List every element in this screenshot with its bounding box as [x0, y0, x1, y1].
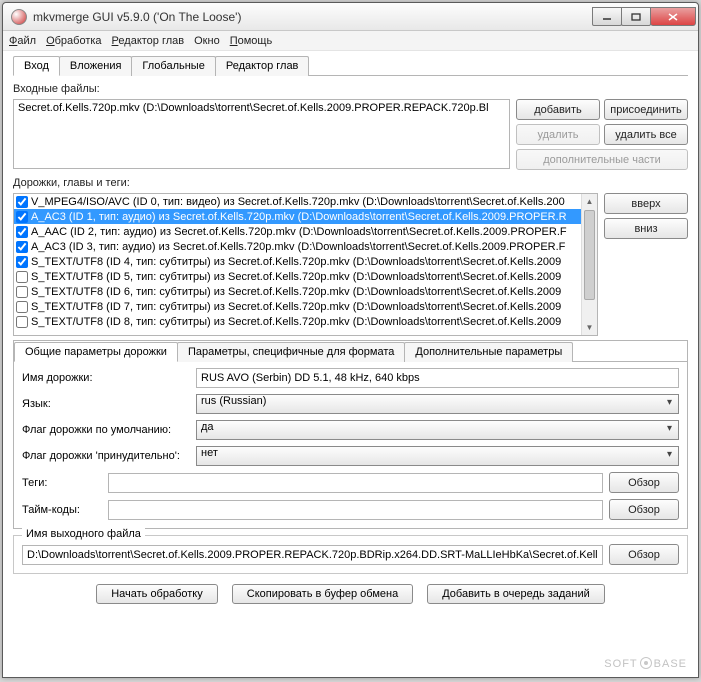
track-checkbox[interactable]: [16, 286, 28, 298]
add-button[interactable]: добавить: [516, 99, 600, 120]
track-text: S_TEXT/UTF8 (ID 4, тип: субтитры) из Sec…: [31, 256, 561, 268]
track-text: S_TEXT/UTF8 (ID 5, тип: субтитры) из Sec…: [31, 271, 561, 283]
track-text: S_TEXT/UTF8 (ID 8, тип: субтитры) из Sec…: [31, 316, 561, 328]
default-flag-label: Флаг дорожки по умолчанию:: [22, 424, 190, 436]
track-text: A_AAC (ID 2, тип: аудио) из Secret.of.Ke…: [31, 226, 567, 238]
track-checkbox[interactable]: [16, 226, 28, 238]
track-item[interactable]: S_TEXT/UTF8 (ID 6, тип: субтитры) из Sec…: [14, 284, 597, 299]
menu-process[interactable]: Обработка: [46, 35, 101, 47]
tags-browse-button[interactable]: Обзор: [609, 472, 679, 493]
track-name-label: Имя дорожки:: [22, 372, 190, 384]
track-text: V_MPEG4/ISO/AVC (ID 0, тип: видео) из Se…: [31, 196, 565, 208]
down-button[interactable]: вниз: [604, 218, 688, 239]
forced-flag-label: Флаг дорожки 'принудительно':: [22, 450, 190, 462]
track-name-input[interactable]: [196, 368, 679, 388]
timecodes-label: Тайм-коды:: [22, 504, 102, 516]
menu-file[interactable]: Файл: [9, 35, 36, 47]
input-files-list[interactable]: Secret.of.Kells.720p.mkv (D:\Downloads\t…: [13, 99, 510, 169]
track-item[interactable]: A_AAC (ID 2, тип: аудио) из Secret.of.Ke…: [14, 224, 597, 239]
tracks-list[interactable]: V_MPEG4/ISO/AVC (ID 0, тип: видео) из Se…: [13, 193, 598, 336]
app-icon: [11, 9, 27, 25]
tab-input[interactable]: Вход: [13, 56, 60, 76]
track-text: S_TEXT/UTF8 (ID 6, тип: субтитры) из Sec…: [31, 286, 561, 298]
track-item[interactable]: S_TEXT/UTF8 (ID 8, тип: субтитры) из Sec…: [14, 314, 597, 329]
top-tabs: Вход Вложения Глобальные Редактор глав: [13, 55, 688, 76]
output-file-input[interactable]: [22, 545, 603, 565]
tab-format-params[interactable]: Параметры, специфичные для формата: [177, 342, 405, 362]
scroll-thumb[interactable]: [584, 210, 595, 300]
track-checkbox[interactable]: [16, 211, 28, 223]
track-checkbox[interactable]: [16, 196, 28, 208]
tab-attachments[interactable]: Вложения: [59, 56, 133, 76]
tab-chapters[interactable]: Редактор глав: [215, 56, 310, 76]
track-text: A_AC3 (ID 3, тип: аудио) из Secret.of.Ke…: [31, 241, 565, 253]
tracks-label: Дорожки, главы и теги:: [13, 177, 688, 189]
track-text: S_TEXT/UTF8 (ID 7, тип: субтитры) из Sec…: [31, 301, 561, 313]
track-params-panel: Общие параметры дорожки Параметры, специ…: [13, 340, 688, 529]
append-button[interactable]: присоединить: [604, 99, 688, 120]
track-checkbox[interactable]: [16, 241, 28, 253]
minimize-button[interactable]: [592, 7, 622, 26]
tab-general-params[interactable]: Общие параметры дорожки: [14, 342, 178, 362]
forced-flag-select[interactable]: нет: [196, 446, 679, 466]
track-item[interactable]: S_TEXT/UTF8 (ID 4, тип: субтитры) из Sec…: [14, 254, 597, 269]
track-checkbox[interactable]: [16, 271, 28, 283]
window-title: mkvmerge GUI v5.9.0 ('On The Loose'): [33, 10, 593, 24]
close-button[interactable]: [650, 7, 696, 26]
track-checkbox[interactable]: [16, 256, 28, 268]
titlebar[interactable]: mkvmerge GUI v5.9.0 ('On The Loose'): [3, 3, 698, 31]
track-item[interactable]: A_AC3 (ID 3, тип: аудио) из Secret.of.Ke…: [14, 239, 597, 254]
input-files-label: Входные файлы:: [13, 83, 688, 95]
menu-chapters[interactable]: Редактор глав: [112, 35, 185, 47]
tags-label: Теги:: [22, 477, 102, 489]
tab-extra-params[interactable]: Дополнительные параметры: [404, 342, 573, 362]
language-select[interactable]: rus (Russian): [196, 394, 679, 414]
app-window: mkvmerge GUI v5.9.0 ('On The Loose') Фай…: [2, 2, 699, 678]
timecodes-browse-button[interactable]: Обзор: [609, 499, 679, 520]
track-checkbox[interactable]: [16, 301, 28, 313]
output-file-group: Имя выходного файла Обзор: [13, 535, 688, 574]
window-controls: [593, 7, 696, 26]
tab-global[interactable]: Глобальные: [131, 56, 215, 76]
bottom-buttons: Начать обработку Скопировать в буфер обм…: [13, 584, 688, 604]
content-area: Вход Вложения Глобальные Редактор глав В…: [3, 51, 698, 677]
default-flag-select[interactable]: да: [196, 420, 679, 440]
input-file-item[interactable]: Secret.of.Kells.720p.mkv (D:\Downloads\t…: [18, 102, 505, 114]
tags-input[interactable]: [108, 473, 603, 493]
menu-help[interactable]: Помощь: [230, 35, 273, 47]
menu-window[interactable]: Окно: [194, 35, 220, 47]
output-browse-button[interactable]: Обзор: [609, 544, 679, 565]
track-item[interactable]: V_MPEG4/ISO/AVC (ID 0, тип: видео) из Se…: [14, 194, 597, 209]
track-item[interactable]: S_TEXT/UTF8 (ID 5, тип: субтитры) из Sec…: [14, 269, 597, 284]
track-item[interactable]: A_AC3 (ID 1, тип: аудио) из Secret.of.Ke…: [14, 209, 597, 224]
scroll-up-icon[interactable]: ▲: [582, 194, 597, 209]
additional-parts-button[interactable]: дополнительные части: [516, 149, 688, 170]
track-item[interactable]: S_TEXT/UTF8 (ID 7, тип: субтитры) из Sec…: [14, 299, 597, 314]
copy-cmdline-button[interactable]: Скопировать в буфер обмена: [232, 584, 413, 604]
output-file-legend: Имя выходного файла: [22, 528, 145, 540]
remove-all-button[interactable]: удалить все: [604, 124, 688, 145]
timecodes-input[interactable]: [108, 500, 603, 520]
track-text: A_AC3 (ID 1, тип: аудио) из Secret.of.Ke…: [31, 211, 567, 223]
add-to-queue-button[interactable]: Добавить в очередь заданий: [427, 584, 605, 604]
tracks-scrollbar[interactable]: ▲ ▼: [581, 194, 597, 335]
remove-button[interactable]: удалить: [516, 124, 600, 145]
menubar: Файл Обработка Редактор глав Окно Помощь: [3, 31, 698, 51]
scroll-down-icon[interactable]: ▼: [582, 320, 597, 335]
track-checkbox[interactable]: [16, 316, 28, 328]
up-button[interactable]: вверх: [604, 193, 688, 214]
maximize-button[interactable]: [621, 7, 651, 26]
start-button[interactable]: Начать обработку: [96, 584, 218, 604]
language-label: Язык:: [22, 398, 190, 410]
